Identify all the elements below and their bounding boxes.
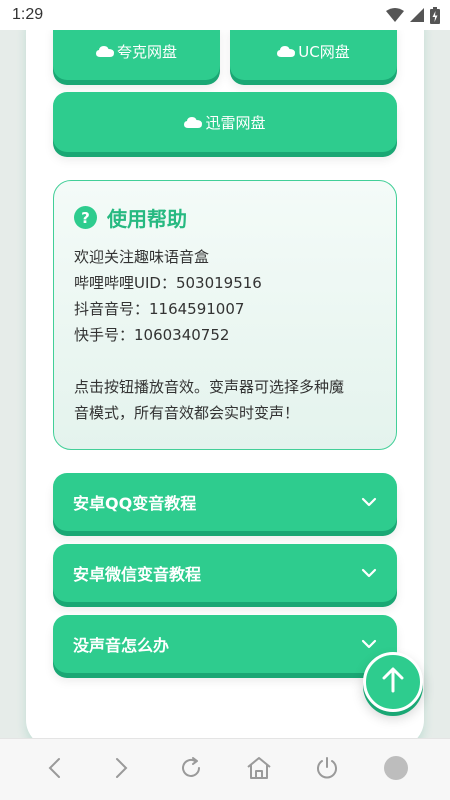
accordion-label: 安卓QQ变音教程 (73, 494, 197, 513)
quark-drive-button[interactable]: 夸克网盘 (53, 22, 220, 80)
refresh-icon (179, 756, 203, 784)
menu-dot-button[interactable] (374, 748, 418, 792)
status-time: 1:29 (12, 6, 44, 23)
accordion-no-sound[interactable]: 没声音怎么办 (53, 615, 397, 673)
accordion-qq-tutorial[interactable]: 安卓QQ变音教程 (53, 473, 397, 531)
question-icon: ? (74, 206, 97, 229)
accordion-label: 安卓微信变音教程 (73, 565, 202, 584)
bottom-navigation-bar (0, 738, 450, 800)
help-header: ? 使用帮助 (74, 203, 376, 232)
wifi-icon (386, 8, 404, 22)
help-douyin: 抖音音号：1164591007 (74, 300, 245, 318)
status-bar: 1:29 (0, 0, 450, 30)
cloud-icon (95, 45, 114, 57)
xunlei-drive-label: 迅雷网盘 (205, 113, 266, 132)
battery-icon (430, 6, 440, 24)
help-kuaishou: 快手号：1060340752 (74, 326, 230, 344)
scroll-to-top-button[interactable] (363, 652, 423, 712)
chevron-down-icon (361, 497, 377, 507)
refresh-button[interactable] (169, 748, 213, 792)
uc-drive-button[interactable]: UC网盘 (230, 22, 397, 80)
help-tip-line2: 音模式，所有音效都会实时变声！ (74, 404, 300, 422)
forward-button[interactable] (100, 748, 144, 792)
help-welcome: 欢迎关注趣味语音盒 (74, 248, 210, 266)
chevron-right-icon (115, 757, 129, 783)
chevron-down-icon (361, 639, 377, 649)
power-icon (315, 756, 339, 784)
circle-icon (383, 755, 409, 785)
power-button[interactable] (305, 748, 349, 792)
quark-drive-label: 夸克网盘 (116, 42, 177, 61)
arrow-up-icon (381, 667, 405, 697)
help-tip-line1: 点击按钮播放音效。变声器可选择多种魔 (74, 378, 345, 396)
uc-drive-label: UC网盘 (298, 42, 350, 61)
home-icon (246, 756, 272, 784)
home-button[interactable] (237, 748, 281, 792)
chevron-down-icon (361, 568, 377, 578)
status-icons (386, 6, 440, 24)
help-bilibili: 哔哩哔哩UID：503019516 (74, 274, 262, 292)
signal-icon (410, 8, 424, 22)
chevron-left-icon (47, 757, 61, 783)
xunlei-drive-button[interactable]: 迅雷网盘 (53, 92, 397, 152)
help-panel: ? 使用帮助 欢迎关注趣味语音盒 哔哩哔哩UID：503019516 抖音音号：… (53, 180, 397, 450)
back-button[interactable] (32, 748, 76, 792)
help-title: 使用帮助 (107, 207, 187, 231)
accordion-wechat-tutorial[interactable]: 安卓微信变音教程 (53, 544, 397, 602)
cloud-icon (184, 116, 203, 128)
cloud-icon (277, 45, 296, 57)
accordion-label: 没声音怎么办 (73, 636, 170, 655)
help-spacer (74, 348, 376, 374)
